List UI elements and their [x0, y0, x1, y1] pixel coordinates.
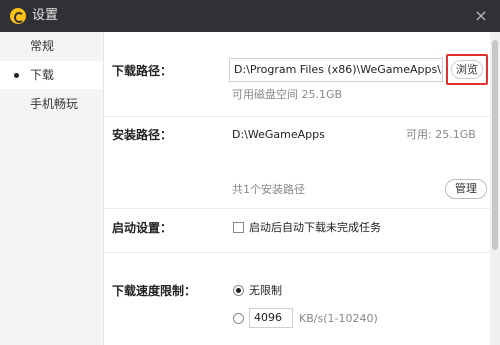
- install-path-label: 安装路径：: [112, 128, 173, 142]
- speed-unit-label: KB/s(1-10240): [299, 312, 378, 325]
- title-bar: 设置 ×: [0, 0, 500, 32]
- install-path-count: 共1个安装路径: [232, 183, 305, 196]
- unlimited-radio[interactable]: [233, 285, 244, 296]
- divider: [104, 252, 490, 253]
- download-path-label: 下载路径：: [112, 64, 173, 78]
- scrollbar[interactable]: [490, 32, 500, 345]
- sidebar-item-download[interactable]: 下载: [0, 61, 103, 89]
- startup-settings-label: 启动设置：: [112, 221, 173, 235]
- settings-content: 下载路径： D:\Program Files (x86)\WeGameApps\…: [104, 32, 490, 345]
- scrollbar-thumb[interactable]: [492, 40, 498, 250]
- active-dot-icon: [14, 73, 19, 78]
- unlimited-label: 无限制: [249, 284, 282, 297]
- browse-button[interactable]: 浏览: [446, 54, 488, 85]
- sidebar-item-label: 下载: [30, 68, 55, 82]
- sidebar-item-label: 手机畅玩: [30, 97, 79, 111]
- speed-limit-label: 下载速度限制：: [112, 284, 197, 298]
- install-available-space: 可用: 25.1GB: [406, 128, 476, 141]
- download-path-field[interactable]: D:\Program Files (x86)\WeGameApps\Downlo…: [229, 58, 443, 82]
- sidebar-item-general[interactable]: 常规: [0, 32, 103, 60]
- browse-button-label: 浏览: [451, 60, 483, 79]
- manage-button[interactable]: 管理: [445, 179, 487, 199]
- speed-limit-radio[interactable]: [233, 313, 244, 324]
- close-icon[interactable]: ×: [472, 7, 490, 25]
- sidebar-item-label: 常规: [30, 39, 55, 53]
- divider: [104, 208, 490, 209]
- speed-limit-input[interactable]: 4096: [249, 308, 293, 328]
- auto-download-option-label: 启动后自动下载未完成任务: [249, 221, 381, 234]
- sidebar-item-mobile-play[interactable]: 手机畅玩: [0, 90, 103, 118]
- window-title: 设置: [32, 8, 59, 23]
- auto-download-checkbox[interactable]: [233, 222, 244, 233]
- wegame-logo-icon: [10, 8, 26, 24]
- install-path-value: D:\WeGameApps: [232, 128, 325, 141]
- divider: [104, 116, 490, 117]
- settings-sidebar: 常规 下载 手机畅玩: [0, 32, 104, 345]
- free-space-text: 可用磁盘空间 25.1GB: [232, 88, 343, 101]
